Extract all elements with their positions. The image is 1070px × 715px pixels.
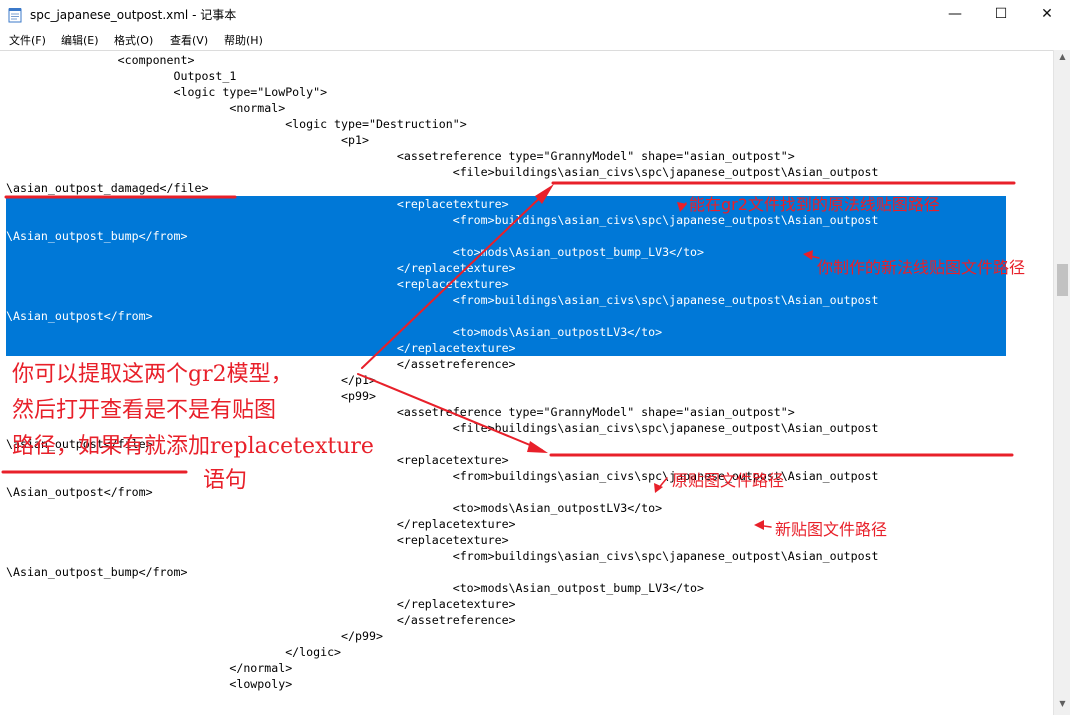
text-line: <to>mods\Asian_outpost_bump_LV3</to> <box>6 245 705 259</box>
text-line: \asian_outpost_damaged</file> <box>6 181 209 195</box>
scroll-up-arrow-icon[interactable]: ▲ <box>1054 52 1070 66</box>
text-line: <normal> <box>6 101 286 115</box>
close-button[interactable]: ✕ <box>1024 0 1070 30</box>
text-line: <lowpoly> <box>6 677 293 691</box>
maximize-button[interactable]: ☐ <box>978 0 1024 30</box>
text-line: <p1> <box>6 133 369 147</box>
annotation-extract-hint-line1: 你可以提取这两个gr2模型， <box>12 362 293 387</box>
text-line: <assetreference type="GrannyModel" shape… <box>6 149 795 163</box>
text-line: <to>mods\Asian_outpostLV3</to> <box>6 501 663 515</box>
menu-format[interactable]: 格式(O) <box>114 32 153 48</box>
text-line: </replacetexture> <box>6 597 516 611</box>
menu-bar: 文件(F) 编辑(E) 格式(O) 查看(V) 帮助(H) <box>0 30 1070 50</box>
annotation-extract-hint-line4: 语句 <box>203 468 248 493</box>
text-line: \Asian_outpost_bump</from> <box>6 229 188 243</box>
annotation-new-normal-path: 你制作的新法线贴图文件路径 <box>817 258 1026 277</box>
minimize-icon: — <box>948 6 962 22</box>
window-title: spc_japanese_outpost.xml - 记事本 <box>30 8 237 22</box>
close-icon: ✕ <box>1041 6 1053 22</box>
text-line: <from>buildings\asian_civs\spc\japanese_… <box>6 293 879 307</box>
maximize-icon: ☐ <box>994 6 1008 22</box>
text-line: \Asian_outpost_bump</from> <box>6 565 188 579</box>
text-line: Outpost_1 <box>6 69 237 83</box>
text-line: <logic type="Destruction"> <box>6 117 467 131</box>
scroll-down-arrow-icon[interactable]: ▼ <box>1054 699 1070 713</box>
text-line: <file>buildings\asian_civs\spc\japanese_… <box>6 165 879 179</box>
text-line: \Asian_outpost</from> <box>6 485 153 499</box>
notepad-icon <box>8 8 22 23</box>
text-line: <replacetexture> <box>6 277 509 291</box>
text-line: \Asian_outpost</from> <box>6 309 153 323</box>
menu-view[interactable]: 查看(V) <box>170 32 208 48</box>
scrollbar-thumb[interactable] <box>1057 264 1068 296</box>
text-line: <from>buildings\asian_civs\spc\japanese_… <box>6 549 879 563</box>
notepad-window: spc_japanese_outpost.xml - 记事本 — ☐ ✕ 文件(… <box>0 0 1070 715</box>
annotation-original-normal-path: 能在gr2文件找到的原法线贴图路径 <box>689 195 940 214</box>
text-line: </replacetexture> <box>6 261 516 275</box>
text-line: </logic> <box>6 645 342 659</box>
text-line: <replacetexture> <box>6 533 509 547</box>
text-line: <to>mods\Asian_outpostLV3</to> <box>6 325 663 339</box>
annotation-new-texture-path: 新贴图文件路径 <box>775 520 888 539</box>
text-line: <component> <box>6 53 195 67</box>
text-line: </replacetexture> <box>6 341 516 355</box>
annotation-extract-hint-line3: 路径，如果有就添加replacetexture <box>12 434 374 459</box>
text-line: <to>mods\Asian_outpost_bump_LV3</to> <box>6 581 705 595</box>
text-line: </p99> <box>6 629 383 643</box>
text-line: </assetreference> <box>6 613 516 627</box>
menu-help[interactable]: 帮助(H) <box>224 32 263 48</box>
menu-file[interactable]: 文件(F) <box>9 32 46 48</box>
vertical-scrollbar[interactable]: ▲ ▼ <box>1053 50 1070 715</box>
text-line: </normal> <box>6 661 293 675</box>
menu-edit[interactable]: 编辑(E) <box>61 32 99 48</box>
annotation-original-texture-path: 原贴图文件路径 <box>672 471 785 490</box>
text-line: </replacetexture> <box>6 517 516 531</box>
annotation-extract-hint-line2: 然后打开查看是不是有贴图 <box>12 398 277 423</box>
minimize-button[interactable]: — <box>932 0 978 30</box>
text-line: <replacetexture> <box>6 197 509 211</box>
title-bar[interactable]: spc_japanese_outpost.xml - 记事本 — ☐ ✕ <box>0 0 1070 30</box>
text-line: <logic type="LowPoly"> <box>6 85 328 99</box>
